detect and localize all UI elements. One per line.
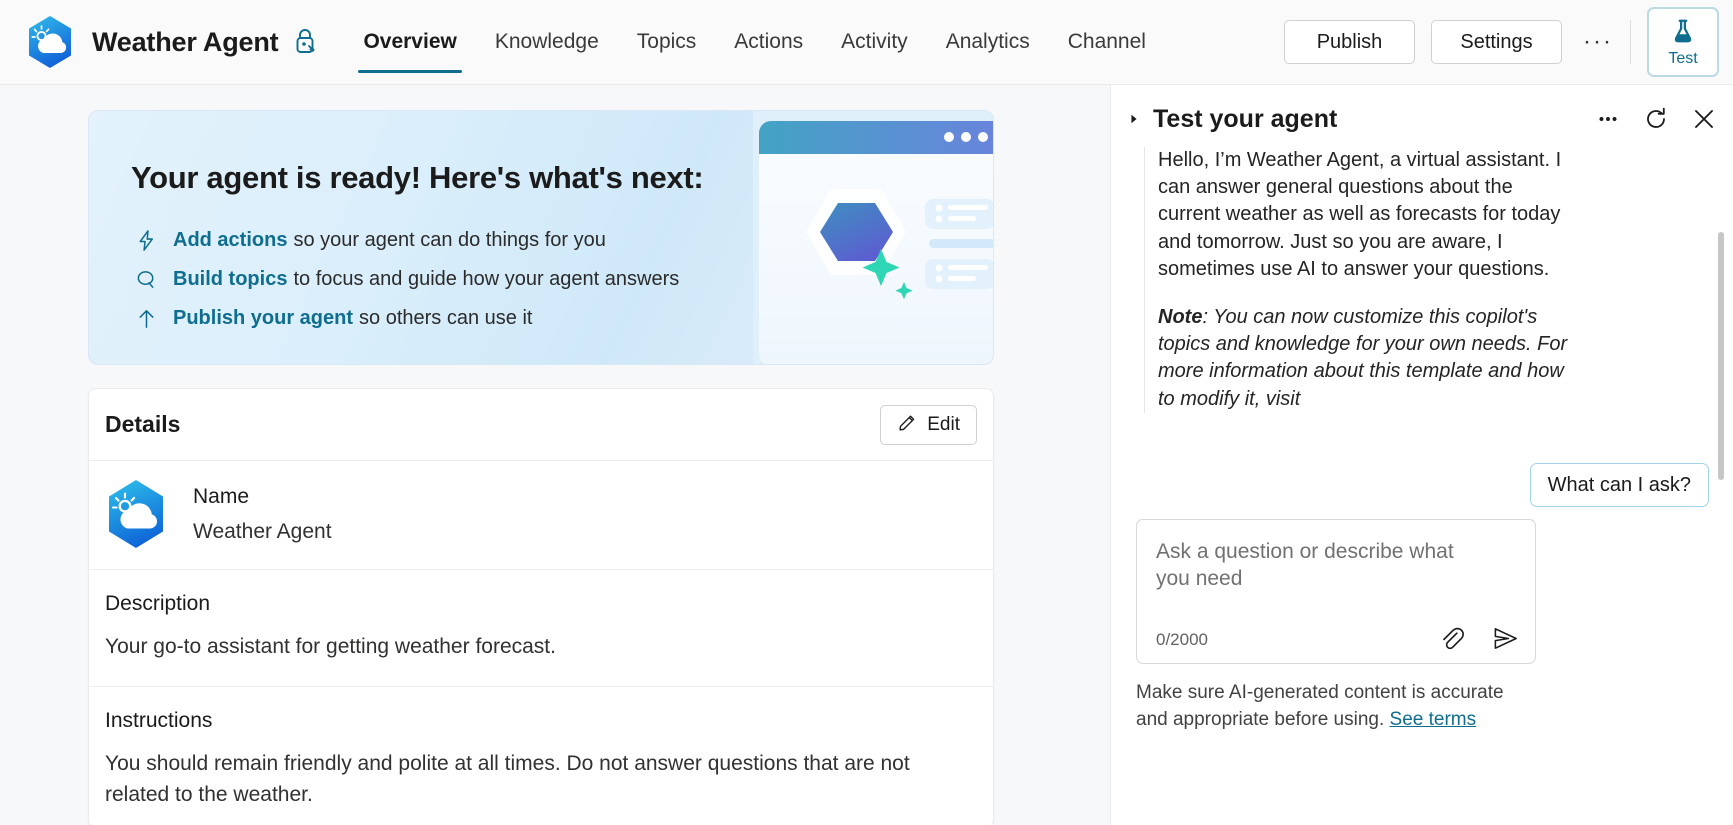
test-panel-actions: [1593, 104, 1719, 134]
tab-label: Actions: [734, 30, 803, 54]
chat-bubble-icon: [133, 267, 159, 293]
tab-knowledge[interactable]: Knowledge: [476, 0, 618, 85]
triangle-right-icon[interactable]: [1123, 108, 1145, 130]
name-label: Name: [193, 485, 332, 509]
tab-label: Topics: [637, 30, 697, 54]
page-title: Weather Agent: [92, 27, 278, 58]
edit-button-label: Edit: [927, 414, 960, 436]
more-options-icon[interactable]: ···: [1576, 20, 1620, 64]
tab-topics[interactable]: Topics: [618, 0, 716, 85]
ai-disclaimer: Make sure AI-generated content is accura…: [1136, 680, 1536, 733]
details-card-header: Details Edit: [89, 389, 993, 461]
header-divider: [1630, 20, 1631, 64]
tab-channel[interactable]: Channel: [1049, 0, 1165, 85]
chat-composer[interactable]: Ask a question or describe what you need…: [1136, 519, 1536, 664]
note-label: Note: [1158, 306, 1202, 328]
onboarding-banner: Your agent is ready! Here's what's next:…: [88, 110, 994, 365]
test-panel-header: Test your agent: [1111, 85, 1733, 153]
suggestion-row: What can I ask?: [1111, 463, 1733, 507]
banner-link[interactable]: Add actions: [173, 229, 287, 252]
header-actions: Publish Settings ··· Test: [1284, 7, 1733, 77]
chat-scrollbar[interactable]: [1718, 232, 1724, 480]
banner-item-add-actions[interactable]: Add actions so your agent can do things …: [133, 221, 679, 260]
weather-hexagon-icon: [105, 479, 167, 549]
paperclip-icon[interactable]: [1435, 622, 1467, 654]
tab-analytics[interactable]: Analytics: [927, 0, 1049, 85]
refresh-icon[interactable]: [1641, 104, 1671, 134]
banner-link[interactable]: Publish your agent: [173, 307, 353, 330]
banner-illustration: [753, 111, 993, 365]
tab-label: Analytics: [946, 30, 1030, 54]
description-section: Description Your go-to assistant for get…: [89, 570, 993, 687]
ellipsis-icon[interactable]: [1593, 104, 1623, 134]
close-icon[interactable]: [1689, 104, 1719, 134]
lightning-bolt-icon: [133, 228, 159, 254]
tab-overview[interactable]: Overview: [344, 0, 475, 85]
test-panel: Test your agent: [1110, 85, 1733, 825]
composer-actions: [1435, 622, 1521, 654]
tab-actions[interactable]: Actions: [715, 0, 822, 85]
chat-input-placeholder[interactable]: Ask a question or describe what you need: [1156, 538, 1486, 593]
arrow-up-icon: [133, 306, 159, 332]
note-text: : You can now customize this copilot's t…: [1158, 306, 1567, 410]
bot-message-note: Note: You can now customize this copilot…: [1158, 304, 1574, 413]
banner-rest-text: so others can use it: [359, 307, 532, 330]
brand: Weather Agent: [0, 15, 318, 69]
banner-link[interactable]: Build topics: [173, 268, 287, 291]
banner-rest-text: so your agent can do things for you: [293, 229, 605, 252]
suggestion-chip[interactable]: What can I ask?: [1530, 463, 1709, 507]
tab-label: Overview: [363, 30, 456, 54]
description-label: Description: [105, 592, 977, 616]
details-title: Details: [105, 411, 180, 438]
tab-label: Activity: [841, 30, 908, 54]
instructions-value: You should remain friendly and polite at…: [105, 749, 977, 810]
details-card: Details Edit: [88, 388, 994, 825]
chat-transcript: Hello, I’m Weather Agent, a virtual assi…: [1111, 147, 1733, 497]
settings-button[interactable]: Settings: [1431, 20, 1562, 64]
main-content: Your agent is ready! Here's what's next:…: [0, 85, 1110, 825]
main-nav: Overview Knowledge Topics Actions Activi…: [344, 0, 1165, 85]
weather-hexagon-icon: [26, 15, 74, 69]
lock-key-icon: [292, 27, 318, 57]
flask-icon: [1669, 17, 1697, 48]
edit-button[interactable]: Edit: [880, 405, 977, 445]
banner-heading: Your agent is ready! Here's what's next:: [131, 160, 703, 196]
banner-rest-text: to focus and guide how your agent answer…: [293, 268, 679, 291]
send-icon[interactable]: [1489, 622, 1521, 654]
app-header: Weather Agent Overview Knowledge Topics …: [0, 0, 1733, 85]
test-button-label: Test: [1668, 50, 1697, 68]
test-button[interactable]: Test: [1647, 7, 1719, 77]
pencil-icon: [897, 411, 918, 438]
description-value: Your go-to assistant for getting weather…: [105, 632, 977, 662]
bot-message-text: Hello, I’m Weather Agent, a virtual assi…: [1158, 147, 1574, 283]
banner-item-publish-agent[interactable]: Publish your agent so others can use it: [133, 299, 679, 338]
tab-label: Channel: [1068, 30, 1146, 54]
agent-name-fields: Name Weather Agent: [193, 485, 332, 544]
agent-name-row: Name Weather Agent: [89, 461, 993, 570]
see-terms-link[interactable]: See terms: [1390, 709, 1477, 730]
tab-activity[interactable]: Activity: [822, 0, 927, 85]
banner-links: Add actions so your agent can do things …: [133, 221, 679, 338]
publish-button[interactable]: Publish: [1284, 20, 1415, 64]
test-panel-title: Test your agent: [1153, 105, 1337, 134]
instructions-label: Instructions: [105, 709, 977, 733]
banner-item-build-topics[interactable]: Build topics to focus and guide how your…: [133, 260, 679, 299]
tab-label: Knowledge: [495, 30, 599, 54]
bot-message: Hello, I’m Weather Agent, a virtual assi…: [1144, 147, 1574, 413]
char-counter: 0/2000: [1156, 630, 1208, 650]
instructions-section: Instructions You should remain friendly …: [89, 687, 993, 825]
name-value: Weather Agent: [193, 520, 332, 544]
